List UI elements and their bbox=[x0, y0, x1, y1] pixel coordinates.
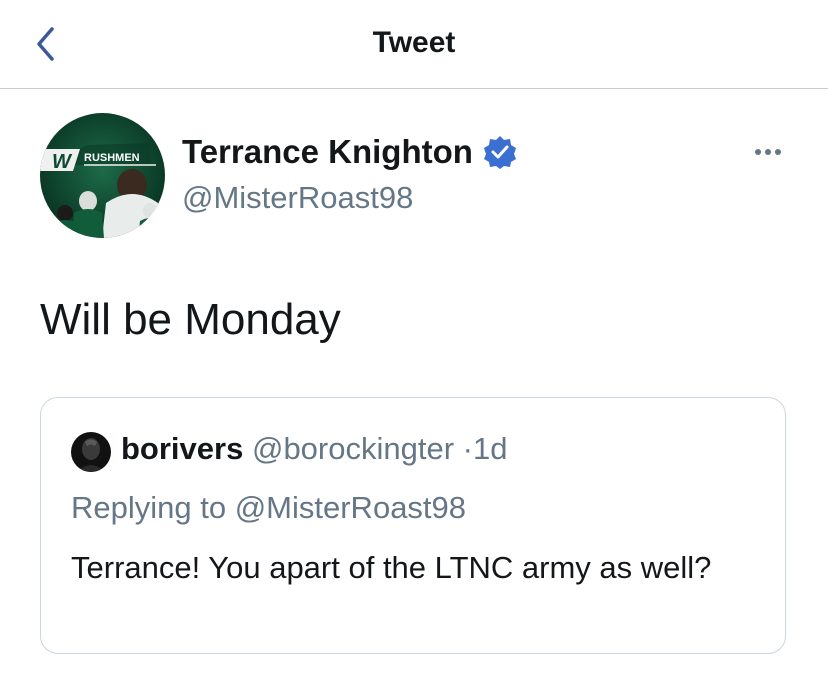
top-nav-bar: Tweet bbox=[0, 0, 828, 89]
svg-text:W: W bbox=[52, 151, 73, 173]
quoted-tweet-card[interactable]: borivers @borockingter ·1d Replying to @… bbox=[40, 397, 786, 654]
svg-text:RUSHMEN: RUSHMEN bbox=[84, 152, 140, 164]
quoted-tweet-text: Terrance! You apart of the LTNC army as … bbox=[71, 550, 712, 585]
author-name-row[interactable]: Terrance Knighton bbox=[182, 133, 517, 171]
quoted-separator: · bbox=[462, 431, 473, 466]
quoted-author-name: borivers bbox=[121, 431, 244, 466]
avatar-logo-text: RUSHMEN bbox=[84, 152, 140, 164]
more-options-button[interactable] bbox=[752, 140, 788, 164]
quoted-tweet-header: borivers @borockingter ·1d bbox=[121, 431, 507, 467]
author-avatar[interactable]: W RUSHMEN bbox=[40, 113, 165, 238]
more-horizontal-icon bbox=[755, 149, 781, 155]
author-name[interactable]: Terrance Knighton bbox=[182, 133, 473, 171]
page-title: Tweet bbox=[372, 26, 456, 59]
author-handle[interactable]: @MisterRoast98 bbox=[182, 180, 413, 216]
quoted-author-avatar[interactable] bbox=[71, 432, 111, 472]
replying-to-label: Replying to @MisterRoast98 bbox=[71, 490, 467, 525]
quoted-timestamp: 1d bbox=[472, 431, 508, 466]
verified-badge-icon bbox=[483, 136, 516, 169]
tweet-text: Will be Monday bbox=[40, 295, 341, 344]
quoted-author-handle: @borockingter bbox=[251, 431, 455, 466]
